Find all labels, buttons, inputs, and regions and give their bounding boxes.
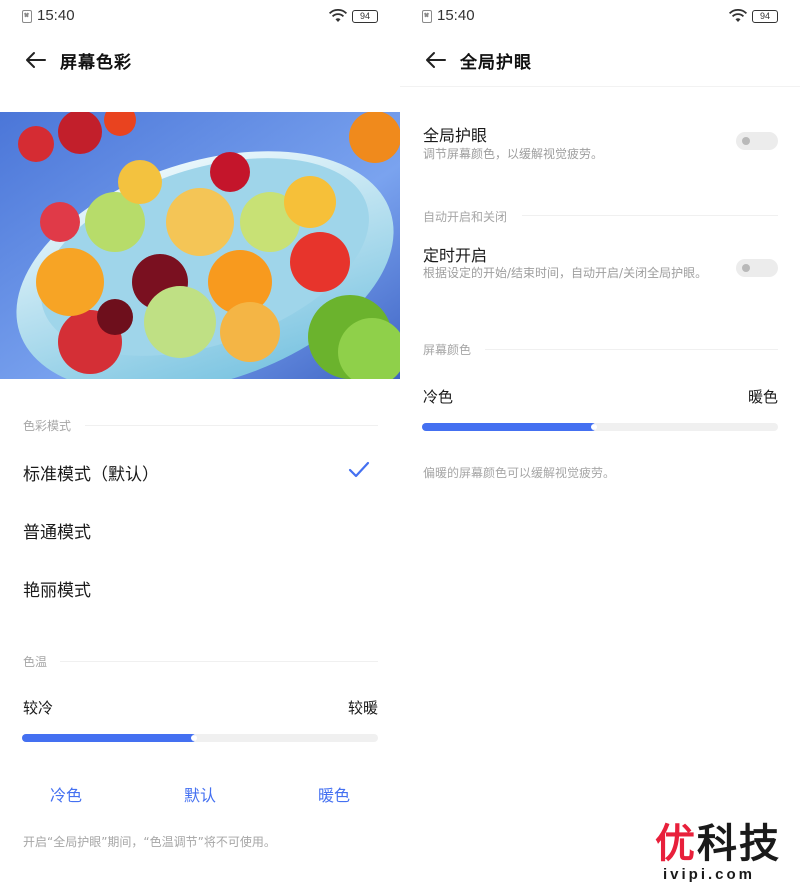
page-title: 屏幕色彩 xyxy=(60,53,132,73)
header: 屏幕色彩 xyxy=(0,40,400,80)
toggle-knob xyxy=(742,137,750,145)
mode-option-label: 普通模式 xyxy=(23,523,91,543)
header-divider xyxy=(400,86,800,87)
slider-label-cool: 冷色 xyxy=(423,388,454,406)
screen-color-slider[interactable] xyxy=(422,423,778,431)
section-divider xyxy=(522,215,778,216)
status-bar: 15:40 94 xyxy=(0,0,400,34)
section-label-auto: 自动开启和关闭 xyxy=(423,210,508,224)
mode-option-label: 标准模式（默认） xyxy=(23,465,159,485)
slider-fill xyxy=(22,734,196,742)
preset-cool-button[interactable]: 冷色 xyxy=(50,782,82,806)
header: 全局护眼 xyxy=(400,40,800,80)
battery-icon: 94 xyxy=(752,10,778,23)
footer-note: 开启“全局护眼”期间，“色温调节”将不可使用。 xyxy=(23,835,276,849)
eye-care-screen: 15:40 94 全局护眼 全局护眼 调节屏幕颜色，以缓解视觉疲劳。 自动开启和… xyxy=(400,0,800,889)
app-notification-icon xyxy=(422,10,432,23)
page-title: 全局护眼 xyxy=(460,53,532,73)
section-divider xyxy=(485,349,778,350)
eye-care-toggle[interactable] xyxy=(736,132,778,150)
schedule-toggle[interactable] xyxy=(736,259,778,277)
status-time: 15:40 xyxy=(437,7,475,24)
mode-option-vivid[interactable]: 艳丽模式 xyxy=(0,566,400,610)
eye-care-desc: 调节屏幕颜色，以缓解视觉疲劳。 xyxy=(423,147,604,161)
section-label-screen-color: 屏幕颜色 xyxy=(423,343,472,357)
slider-thumb[interactable] xyxy=(191,735,197,741)
preset-default-button[interactable]: 默认 xyxy=(184,782,216,806)
battery-icon: 94 xyxy=(352,10,378,23)
check-icon xyxy=(348,461,370,478)
screen-color-note: 偏暖的屏幕颜色可以缓解视觉疲劳。 xyxy=(423,466,616,480)
slider-fill xyxy=(422,423,596,431)
preset-warm-button[interactable]: 暖色 xyxy=(318,782,350,806)
mode-option-normal[interactable]: 普通模式 xyxy=(0,508,400,552)
watermark: 优科技 ivipi.com xyxy=(655,822,795,886)
section-label-color-mode: 色彩模式 xyxy=(23,419,72,433)
schedule-desc: 根据设定的开始/结束时间，自动开启/关闭全局护眼。 xyxy=(423,266,708,280)
color-settings-screen: 15:40 94 屏幕色彩 色彩模式 标准模式（默认） 普通模式 艳丽模式 色温… xyxy=(0,0,400,889)
section-label-color-temp: 色温 xyxy=(23,655,48,669)
mode-option-standard[interactable]: 标准模式（默认） xyxy=(0,450,400,494)
slider-label-warm: 较暖 xyxy=(347,699,378,717)
watermark-url: ivipi.com xyxy=(663,866,756,883)
color-preview-image xyxy=(0,112,400,379)
color-temp-slider[interactable] xyxy=(22,734,378,742)
wifi-icon xyxy=(328,9,348,22)
slider-label-cool: 较冷 xyxy=(23,699,54,717)
watermark-logo: 优科技 xyxy=(655,821,781,867)
status-bar: 15:40 94 xyxy=(400,0,800,34)
mode-option-label: 艳丽模式 xyxy=(23,581,91,601)
eye-care-title: 全局护眼 xyxy=(423,126,488,145)
toggle-knob xyxy=(742,264,750,272)
wifi-icon xyxy=(728,9,748,22)
app-notification-icon xyxy=(22,10,32,23)
section-divider xyxy=(60,661,378,662)
slider-label-warm: 暖色 xyxy=(747,388,778,406)
status-time: 15:40 xyxy=(37,7,75,24)
schedule-title: 定时开启 xyxy=(423,246,488,265)
slider-thumb[interactable] xyxy=(591,424,597,430)
section-divider xyxy=(85,425,378,426)
back-arrow-icon[interactable] xyxy=(24,48,48,72)
back-arrow-icon[interactable] xyxy=(424,48,448,72)
